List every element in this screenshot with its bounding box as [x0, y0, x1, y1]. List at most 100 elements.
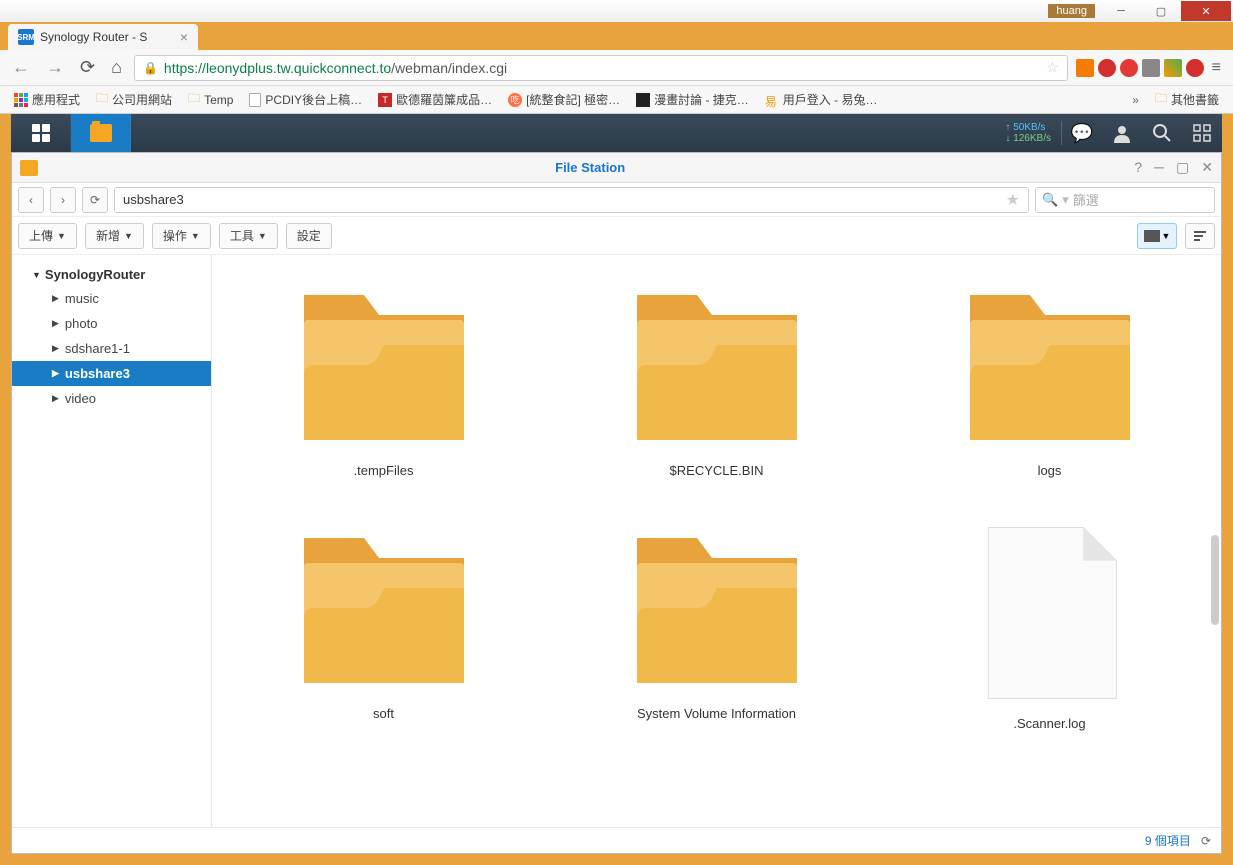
browser-reload-button[interactable]: ⟳ [76, 57, 99, 78]
folder-icon [617, 518, 817, 698]
new-button[interactable]: 新增▼ [85, 223, 144, 249]
filestation-actionbar: 上傳▼ 新增▼ 操作▼ 工具▼ 設定 ▼ [12, 217, 1221, 255]
extension-icon[interactable] [1120, 59, 1138, 77]
file-label: $RECYCLE.BIN [670, 463, 764, 478]
tree-root[interactable]: ▼SynologyRouter [12, 263, 211, 286]
file-label: logs [1038, 463, 1062, 478]
filestation-app-icon [20, 160, 38, 176]
notifications-button[interactable]: 💬 [1062, 123, 1102, 144]
tools-button[interactable]: 工具▼ [219, 223, 278, 249]
file-item[interactable]: $RECYCLE.BIN [555, 265, 878, 488]
main-menu-button[interactable] [11, 114, 71, 152]
page-icon [249, 93, 261, 107]
nav-refresh-button[interactable]: ⟳ [82, 187, 108, 213]
nav-forward-button[interactable]: › [50, 187, 76, 213]
upload-arrow-icon: ↑ [1005, 122, 1010, 133]
filestation-titlebar[interactable]: File Station ? ─ ▢ ✕ [12, 153, 1221, 183]
extension-icon[interactable] [1186, 59, 1204, 77]
caret-down-icon: ▼ [32, 270, 41, 280]
upload-button[interactable]: 上傳▼ [18, 223, 77, 249]
favicon-icon: 吃 [508, 93, 522, 107]
help-button[interactable]: ? [1134, 159, 1142, 176]
browser-back-button[interactable]: ← [8, 57, 34, 78]
bookmark-item[interactable]: PCDIY後台上稿… [243, 89, 368, 110]
tree-item-usbshare3[interactable]: ▶usbshare3 [12, 361, 211, 386]
folder-icon [950, 275, 1150, 455]
user-icon [1112, 123, 1132, 143]
tree-item-sdshare[interactable]: ▶sdshare1-1 [12, 336, 211, 361]
browser-menu-icon[interactable]: ≡ [1208, 59, 1225, 77]
widgets-button[interactable] [1182, 123, 1222, 143]
file-item[interactable]: .Scanner.log [888, 508, 1211, 741]
url-host: https://leonydplus.tw.quickconnect.to [164, 60, 391, 76]
other-bookmarks-button[interactable]: 🗀其他書籤 [1149, 87, 1225, 112]
file-label: System Volume Information [637, 706, 796, 721]
extension-icon[interactable] [1076, 59, 1094, 77]
sort-icon [1192, 229, 1208, 243]
filestation-taskbar-button[interactable] [71, 114, 131, 152]
bookmark-item[interactable]: 易用戶登入 - 易兔… [759, 89, 884, 110]
file-item[interactable]: System Volume Information [555, 508, 878, 741]
bookmark-star-icon[interactable]: ☆ [1046, 59, 1059, 76]
browser-url-bar[interactable]: 🔒 https://leonydplus.tw.quickconnect.to … [134, 55, 1068, 81]
bookmark-item[interactable]: 🗀Temp [182, 87, 239, 112]
browser-home-button[interactable]: ⌂ [107, 57, 126, 78]
search-button[interactable] [1142, 123, 1182, 143]
file-item[interactable]: soft [222, 508, 545, 741]
apps-grid-icon [14, 93, 28, 107]
browser-tab[interactable]: SRM Synology Router - S × [8, 24, 198, 50]
minimize-button[interactable]: ─ [1154, 159, 1164, 176]
status-refresh-button[interactable]: ⟳ [1201, 834, 1211, 848]
scrollbar-thumb[interactable] [1211, 535, 1219, 625]
bookmark-item[interactable]: T歐德羅茵簾成品… [372, 89, 498, 110]
folder-icon: 🗀 [96, 89, 108, 110]
path-input[interactable]: usbshare3 ★ [114, 187, 1029, 213]
bookmark-apps-button[interactable]: 應用程式 [8, 89, 86, 110]
filter-input[interactable]: 🔍 ▾ 篩選 [1035, 187, 1215, 213]
bookmark-item[interactable]: 漫畫討論 - 捷克… [630, 89, 755, 110]
lock-icon: 🔒 [143, 61, 158, 75]
maximize-button[interactable]: ▢ [1176, 159, 1189, 176]
close-button[interactable]: ✕ [1201, 159, 1213, 176]
folder-icon [617, 275, 817, 455]
extension-icon[interactable] [1098, 59, 1116, 77]
bookmark-item[interactable]: 🗀公司用網站 [90, 87, 178, 112]
file-icon [955, 518, 1145, 708]
item-count: 9 個項目 [1145, 832, 1191, 849]
tree-item-video[interactable]: ▶video [12, 386, 211, 411]
window-maximize-button[interactable]: ▢ [1141, 1, 1181, 21]
bookmarks-overflow-button[interactable]: » [1126, 93, 1145, 107]
filestation-pathbar: ‹ › ⟳ usbshare3 ★ 🔍 ▾ 篩選 [12, 183, 1221, 217]
file-grid[interactable]: .tempFiles $RECYCLE.BIN logs soft System Vol… [212, 255, 1221, 827]
settings-button[interactable]: 設定 [286, 223, 332, 249]
file-item[interactable]: logs [888, 265, 1211, 488]
sort-button[interactable] [1185, 223, 1215, 249]
window-title: File Station [46, 160, 1134, 175]
folder-icon: 🗀 [188, 89, 200, 110]
caret-right-icon: ▶ [52, 343, 59, 354]
favorite-star-icon[interactable]: ★ [1006, 190, 1020, 210]
window-minimize-button[interactable]: ─ [1101, 1, 1141, 21]
extension-icon[interactable] [1164, 59, 1182, 77]
folder-icon: 🗀 [1155, 89, 1167, 110]
extension-icon[interactable] [1142, 59, 1160, 77]
tree-item-photo[interactable]: ▶photo [12, 311, 211, 336]
file-item[interactable]: .tempFiles [222, 265, 545, 488]
filestation-window: File Station ? ─ ▢ ✕ ‹ › ⟳ usbshare3 ★ 🔍… [11, 152, 1222, 854]
user-menu-button[interactable] [1102, 123, 1142, 143]
window-close-button[interactable]: ✕ [1181, 1, 1231, 21]
bookmark-item[interactable]: 吃[統整食記] 極密… [502, 89, 626, 110]
browser-forward-button[interactable]: → [42, 57, 68, 78]
tab-close-icon[interactable]: × [180, 29, 188, 45]
tree-item-music[interactable]: ▶music [12, 286, 211, 311]
view-icons-button[interactable]: ▼ [1137, 223, 1177, 249]
browser-toolbar: ← → ⟳ ⌂ 🔒 https://leonydplus.tw.quickcon… [0, 50, 1233, 86]
folder-icon [284, 275, 484, 455]
bookmarks-bar: 應用程式 🗀公司用網站 🗀Temp PCDIY後台上稿… T歐德羅茵簾成品… 吃… [0, 86, 1233, 114]
nav-back-button[interactable]: ‹ [18, 187, 44, 213]
browser-tab-strip: SRM Synology Router - S × [0, 22, 1233, 50]
action-button[interactable]: 操作▼ [152, 223, 211, 249]
caret-right-icon: ▶ [52, 393, 59, 404]
search-icon [1152, 123, 1172, 143]
url-path: /webman/index.cgi [391, 60, 507, 76]
